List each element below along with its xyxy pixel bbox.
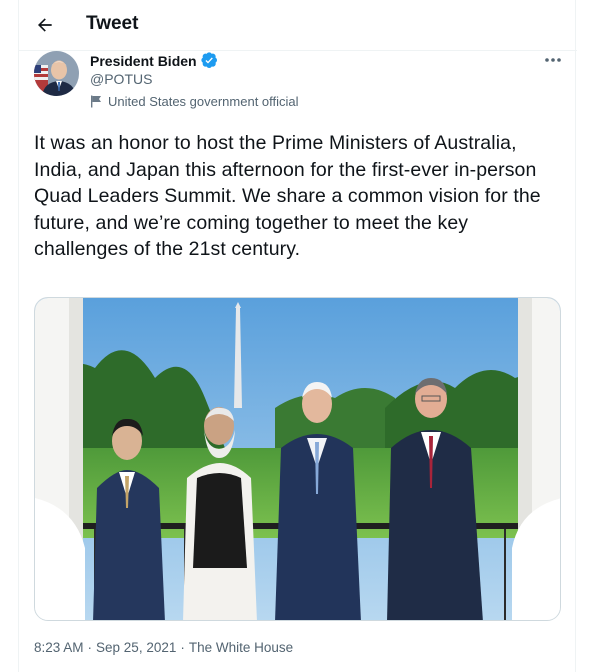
back-button[interactable]	[31, 11, 59, 39]
government-label: United States government official	[90, 94, 299, 109]
author-name-row: President Biden	[90, 52, 218, 69]
tweet-panel: Tweet President Biden @POTUS United Stat…	[18, 0, 577, 672]
flag-icon	[91, 95, 101, 108]
back-arrow-icon	[38, 18, 52, 32]
author-name[interactable]: President Biden	[90, 53, 197, 69]
more-options-button[interactable]	[541, 52, 565, 68]
top-bar: Tweet	[19, 0, 577, 51]
tweet-text: It was an honor to host the Prime Minist…	[34, 132, 541, 260]
author-handle[interactable]: @POTUS	[90, 71, 152, 87]
tweet-time[interactable]: 8:23 AM	[34, 640, 84, 655]
tweet-photo[interactable]	[34, 297, 561, 621]
tweet-source: The White House	[188, 640, 294, 655]
page-title: Tweet	[86, 13, 139, 34]
government-label-text: United States government official	[108, 94, 299, 109]
tweet-meta: 8:23 AM · Sep 25, 2021 · The White House	[34, 640, 293, 655]
more-icon	[545, 58, 561, 62]
meta-separator: ·	[180, 640, 185, 655]
verified-badge-icon	[200, 52, 217, 68]
meta-separator: ·	[87, 640, 93, 655]
avatar[interactable]	[34, 51, 79, 96]
tweet-date[interactable]: Sep 25, 2021	[96, 640, 176, 655]
